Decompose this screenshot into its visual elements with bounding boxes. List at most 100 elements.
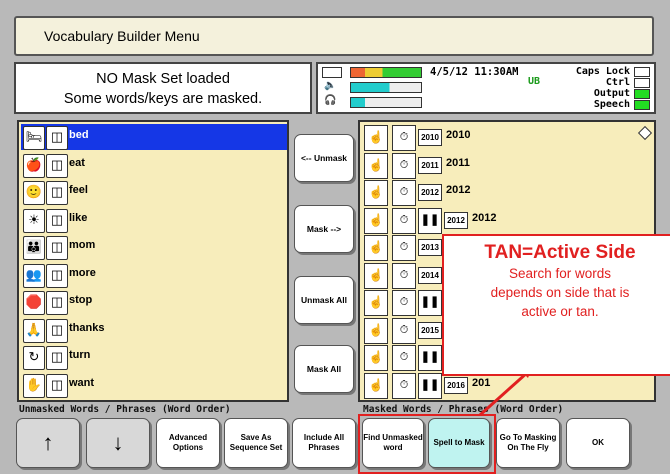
list-item[interactable]: ↻ ◫ turn [21,344,287,370]
save-as-sequence-set-button[interactable]: Save As Sequence Set [224,418,288,468]
year-box: 2012 [418,184,442,201]
pointing-hand-icon: ☝ [364,180,388,206]
title-bar: Vocabulary Builder Menu [14,16,654,56]
mask-all-button[interactable]: Mask All [294,345,354,393]
clock-icon: ⏱ [392,235,416,261]
list-item-label: more [69,266,96,279]
battery-meter [350,67,422,78]
family-icon: 👪 [23,236,45,260]
masked-list-item[interactable]: ☝ ⏱ ❚❚ 2012 2012 [362,207,624,234]
caps-lock-indicator [634,67,650,77]
volume-meter [350,82,422,93]
unmasked-words-panel[interactable]: 🛏 ◫ bed 🍎 ◫ eat 🙂 ◫ feel ☀ ◫ like 👪 ◫ mom 👥 ◫ more 🛑 ◫ stop 🙏… [17,120,289,402]
pointing-hand-icon: ☝ [364,317,388,344]
ok-button[interactable]: OK [566,418,630,468]
masked-item-label: 2010 [446,129,471,141]
pointing-hand-icon: ☝ [364,152,388,179]
list-item[interactable]: 👥 ◫ more [21,262,287,288]
pointing-hand-icon: ☝ [364,290,388,316]
list-item-label: bed [69,129,89,141]
ctrl-label: Ctrl [605,77,630,88]
year-box: 2014 [418,266,442,284]
list-item-label: turn [69,349,91,361]
eat-symbol-icon: ◫ [46,153,68,178]
pause-icon: ❚❚ [418,290,442,316]
clock-icon: ⏱ [392,290,416,316]
mask-status-line2: Some words/keys are masked. [63,91,263,107]
unmask-button[interactable]: <-- Unmask [294,134,354,182]
turn-symbol-icon: ◫ [46,346,68,370]
include-all-phrases-button[interactable]: Include All Phrases [292,418,356,468]
list-item[interactable]: 🙏 ◫ thanks [21,317,287,343]
clock-icon: ⏱ [392,317,416,344]
masked-item-label: 2012 [472,211,497,224]
callout-line2: depends on side that is [490,285,630,300]
list-item[interactable]: 🛏 ◫ bed [21,124,287,150]
callout-heading: TAN=Active Side [484,242,636,263]
masked-list-item[interactable]: ☝ ⏱ 2011 2011 [362,152,624,179]
list-item[interactable]: ✋ ◫ want [21,372,287,398]
pause-icon: ❚❚ [418,345,442,371]
thanks-icon: 🙏 [23,318,45,343]
list-item-label: mom [69,239,96,251]
more-symbol-icon: ◫ [46,263,68,288]
status-panel: 🔈 🎧 4/5/12 11:30AM UB Caps Lock Ctrl Out… [316,62,656,114]
list-item[interactable]: 🛑 ◫ stop [21,289,287,315]
advanced-options-button[interactable]: Advanced Options [156,418,220,468]
callout-line3: active or tan. [521,304,599,319]
mask-button[interactable]: Mask --> [294,205,354,253]
year-box: 2010 [418,129,442,146]
speech-indicator [634,100,650,110]
scroll-up-button[interactable]: ↑ [16,418,80,468]
pointing-hand-icon: ☝ [364,207,388,234]
pointing-hand-icon: ☝ [364,235,388,261]
callout-line1: Search for words [508,266,612,281]
pointing-hand-icon: ☝ [364,345,388,371]
people-icon: 👥 [23,263,45,288]
apple-icon: 🍎 [23,153,45,178]
turn-icon: ↻ [23,346,45,370]
list-item-label: feel [69,184,88,196]
mask-status-line1: NO Mask Set loaded [96,71,230,87]
year-box: 2015 [418,321,442,339]
list-item-label: eat [69,156,85,169]
scroll-down-button[interactable]: ↓ [86,418,150,468]
pointing-hand-icon: ☝ [364,372,388,399]
list-item[interactable]: 🙂 ◫ feel [21,179,287,205]
year-box: 2013 [418,239,442,256]
list-item-label: want [69,376,95,389]
page-title: Vocabulary Builder Menu [44,28,200,44]
clock-icon: ⏱ [392,152,416,179]
list-item[interactable]: ☀ ◫ like [21,207,287,233]
masked-item-label: 2012 [446,184,471,196]
masked-list-item[interactable]: ☝ ⏱ 2010 2010 [362,124,624,151]
list-item-label: thanks [69,321,105,334]
list-item[interactable]: 👪 ◫ mom [21,234,287,260]
highlight-frame [358,414,496,474]
clock-icon: ⏱ [392,262,416,289]
year-box: 2012 [444,211,468,229]
pointing-hand-icon: ☝ [364,125,388,151]
like-symbol-icon: ◫ [46,208,68,233]
stop-symbol-icon: ◫ [46,291,68,315]
unmask-all-button[interactable]: Unmask All [294,276,354,324]
date-time: 4/5/12 11:30AM [430,66,519,78]
ctrl-indicator [634,78,650,88]
speaker-icon: 🔈 [324,80,337,91]
clock-icon: ⏱ [392,372,416,399]
stop-sign-icon: 🛑 [23,291,45,315]
mom-symbol-icon: ◫ [46,236,68,260]
scroll-diamond-icon[interactable] [637,125,653,141]
year-box: 2011 [418,156,442,174]
output-label: Output [593,88,630,99]
headphone-icon: 🎧 [324,95,337,106]
ub-indicator: UB [528,76,541,87]
clock-icon: ⏱ [392,207,416,234]
output-indicator [634,89,650,99]
go-to-masking-on-the-fly-button[interactable]: Go To Masking On The Fly [496,418,560,468]
masked-list-item[interactable]: ☝ ⏱ 2012 2012 [362,179,624,206]
battery-icon [322,67,342,78]
headphone-meter [350,97,422,108]
pause-icon: ❚❚ [418,207,442,234]
list-item[interactable]: 🍎 ◫ eat [21,152,287,178]
